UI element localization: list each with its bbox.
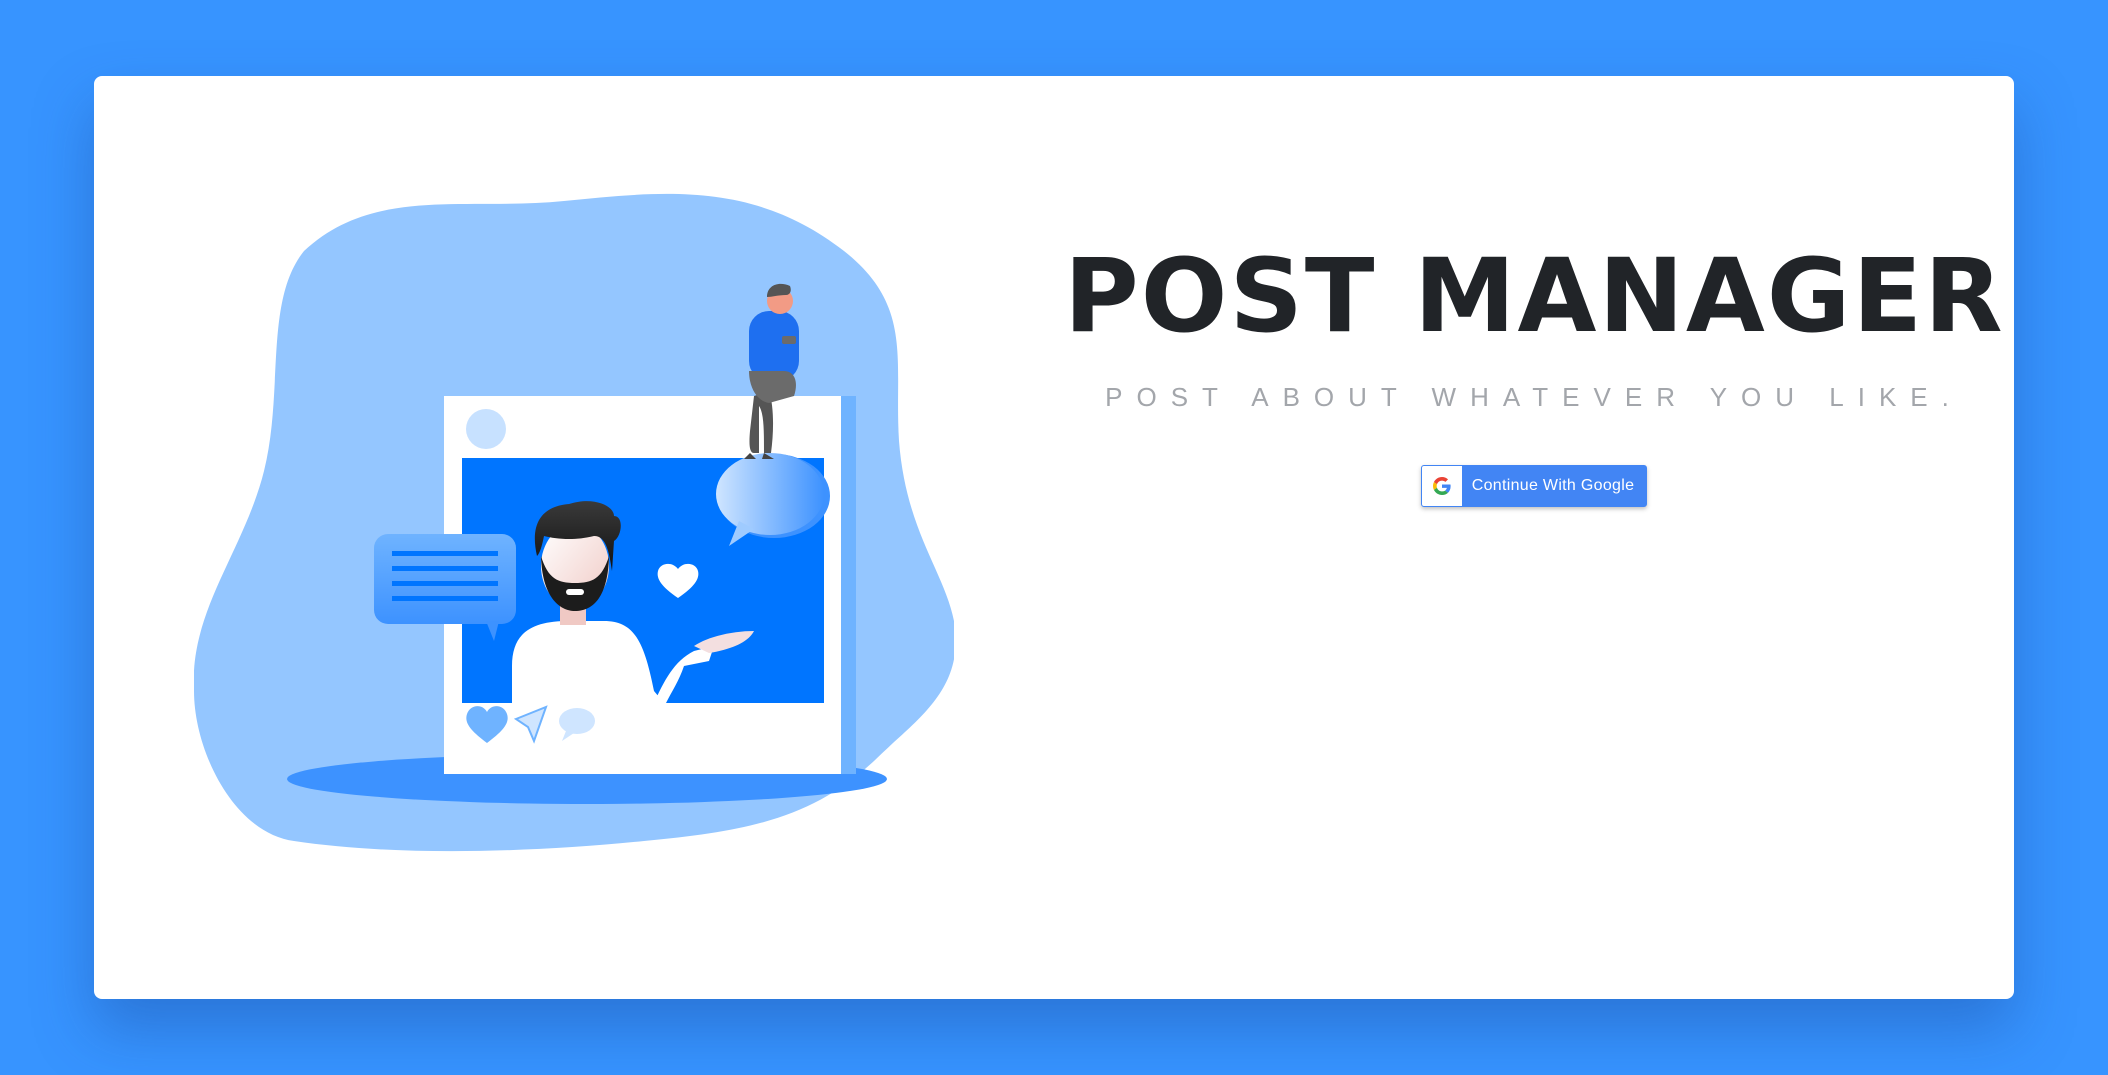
google-button-label: Continue With Google — [1471, 477, 1635, 494]
sitting-person-torso — [749, 311, 799, 381]
page-tagline: POST ABOUT WHATEVER YOU LIKE. — [1105, 382, 1963, 412]
man-mouth — [566, 589, 584, 595]
post-avatar — [466, 409, 506, 449]
message-lines-icon — [374, 534, 516, 624]
hero-section: POST MANAGER POST ABOUT WHATEVER YOU LIK… — [1064, 246, 2004, 507]
illustration-graphic — [194, 193, 954, 852]
comment-icon — [559, 708, 595, 734]
google-g-icon — [1421, 466, 1462, 506]
social-media-illustration — [194, 191, 954, 891]
continue-with-google-button[interactable]: Continue With Google — [1420, 465, 1648, 507]
login-card: POST MANAGER POST ABOUT WHATEVER YOU LIK… — [94, 76, 2014, 999]
page-title: POST MANAGER — [1064, 237, 2005, 356]
